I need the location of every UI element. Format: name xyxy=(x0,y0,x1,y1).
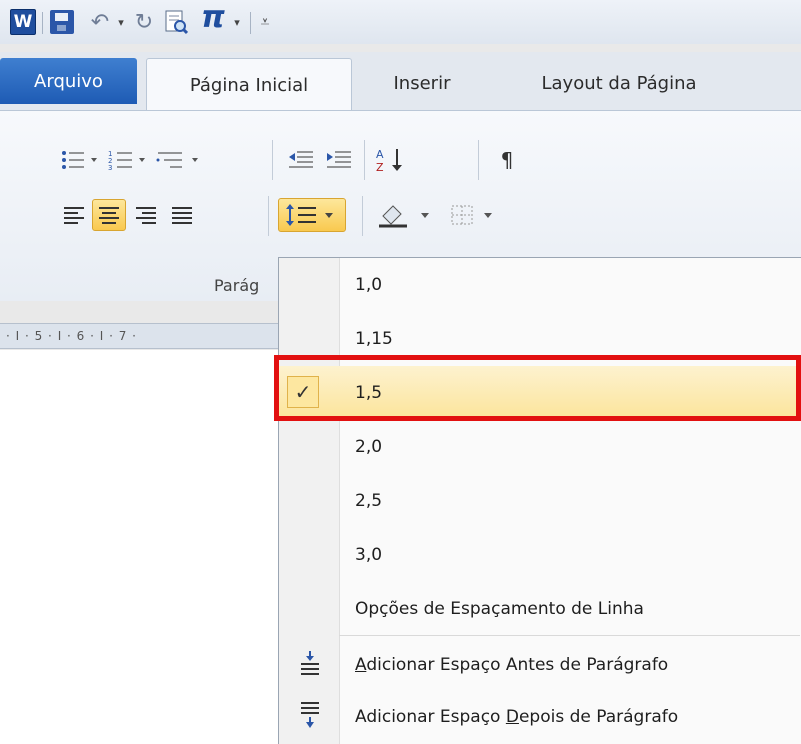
increase-indent-button[interactable] xyxy=(322,145,356,175)
menu-item-add-space-before[interactable]: Adicionar Espaço Antes de Parágrafo xyxy=(279,638,800,692)
menu-item-label: 2,0 xyxy=(355,437,383,457)
tab-home[interactable]: Página Inicial xyxy=(146,58,352,112)
ribbon-separator xyxy=(268,196,269,236)
equation-dropdown-arrow[interactable]: ▾ xyxy=(230,8,244,36)
menu-item-label: Adicionar Espaço Depois de Parágrafo xyxy=(355,707,679,727)
multilevel-list-button[interactable] xyxy=(154,145,204,175)
shading-icon[interactable] xyxy=(372,200,442,230)
print-preview-icon[interactable] xyxy=(162,8,190,36)
tab-page-layout[interactable]: Layout da Página xyxy=(508,62,730,104)
paragraph-group-label: Parág xyxy=(214,276,260,295)
justify-button[interactable] xyxy=(166,200,198,230)
menu-item-spacing-2-0[interactable]: 2,0 xyxy=(279,420,800,474)
show-formatting-marks-icon[interactable]: ¶ xyxy=(492,145,522,175)
qat-separator xyxy=(42,12,43,34)
qat-separator xyxy=(250,12,251,34)
tab-insert[interactable]: Inserir xyxy=(372,62,472,104)
menu-item-spacing-1-0[interactable]: 1,0 xyxy=(279,258,800,312)
tab-file[interactable]: Arquivo xyxy=(0,58,137,104)
add-space-after-icon xyxy=(301,702,319,728)
numbering-button[interactable]: 123 xyxy=(106,145,150,175)
svg-text:3: 3 xyxy=(108,164,112,171)
undo-icon[interactable]: ↶ xyxy=(86,8,114,36)
line-spacing-dropdown-menu: 1,0 1,15 ✓ 1,5 2,0 2,5 3,0 Opções de Esp… xyxy=(278,257,801,744)
save-icon[interactable] xyxy=(50,10,74,34)
align-left-button[interactable] xyxy=(58,200,90,230)
document-area[interactable] xyxy=(0,350,290,744)
customize-qat-icon[interactable]: ⩡ xyxy=(256,8,274,36)
menu-item-label: Opções de Espaçamento de Linha xyxy=(355,599,644,619)
svg-text:Z: Z xyxy=(376,161,384,173)
menu-item-label: 1,0 xyxy=(355,275,383,295)
menu-separator xyxy=(339,635,800,636)
sort-icon[interactable]: AZ xyxy=(372,145,408,175)
menu-item-label: 3,0 xyxy=(355,545,383,565)
word-logo-icon[interactable]: W xyxy=(10,9,36,35)
menu-item-label: 1,15 xyxy=(355,329,393,349)
redo-icon[interactable]: ↻ xyxy=(130,8,158,36)
align-right-button[interactable] xyxy=(130,200,162,230)
ribbon-separator xyxy=(478,140,479,180)
menu-item-spacing-3-0[interactable]: 3,0 xyxy=(279,528,800,582)
menu-item-label: Adicionar Espaço Antes de Parágrafo xyxy=(355,655,669,675)
menu-item-label: 2,5 xyxy=(355,491,383,511)
horizontal-ruler[interactable]: · I · 5 · I · 6 · I · 7 · xyxy=(0,323,290,349)
menu-item-line-spacing-options[interactable]: Opções de Espaçamento de Linha xyxy=(279,582,800,636)
line-spacing-button[interactable] xyxy=(278,198,346,232)
menu-item-add-space-after[interactable]: Adicionar Espaço Depois de Parágrafo xyxy=(279,690,800,744)
borders-icon[interactable] xyxy=(446,200,506,230)
equation-icon[interactable]: π xyxy=(196,0,230,35)
align-center-button[interactable] xyxy=(92,199,126,231)
quick-access-toolbar: W ↶ ▾ ↻ π ▾ ⩡ xyxy=(0,0,801,44)
ribbon-separator xyxy=(364,140,365,180)
undo-dropdown-arrow[interactable]: ▾ xyxy=(114,8,128,36)
bullets-button[interactable] xyxy=(58,145,102,175)
svg-text:A: A xyxy=(376,148,384,161)
decrease-indent-button[interactable] xyxy=(284,145,318,175)
highlight-annotation xyxy=(274,355,801,421)
ribbon-separator xyxy=(362,196,363,236)
add-space-before-icon xyxy=(301,651,319,675)
ribbon-separator xyxy=(272,140,273,180)
menu-item-spacing-2-5[interactable]: 2,5 xyxy=(279,474,800,528)
